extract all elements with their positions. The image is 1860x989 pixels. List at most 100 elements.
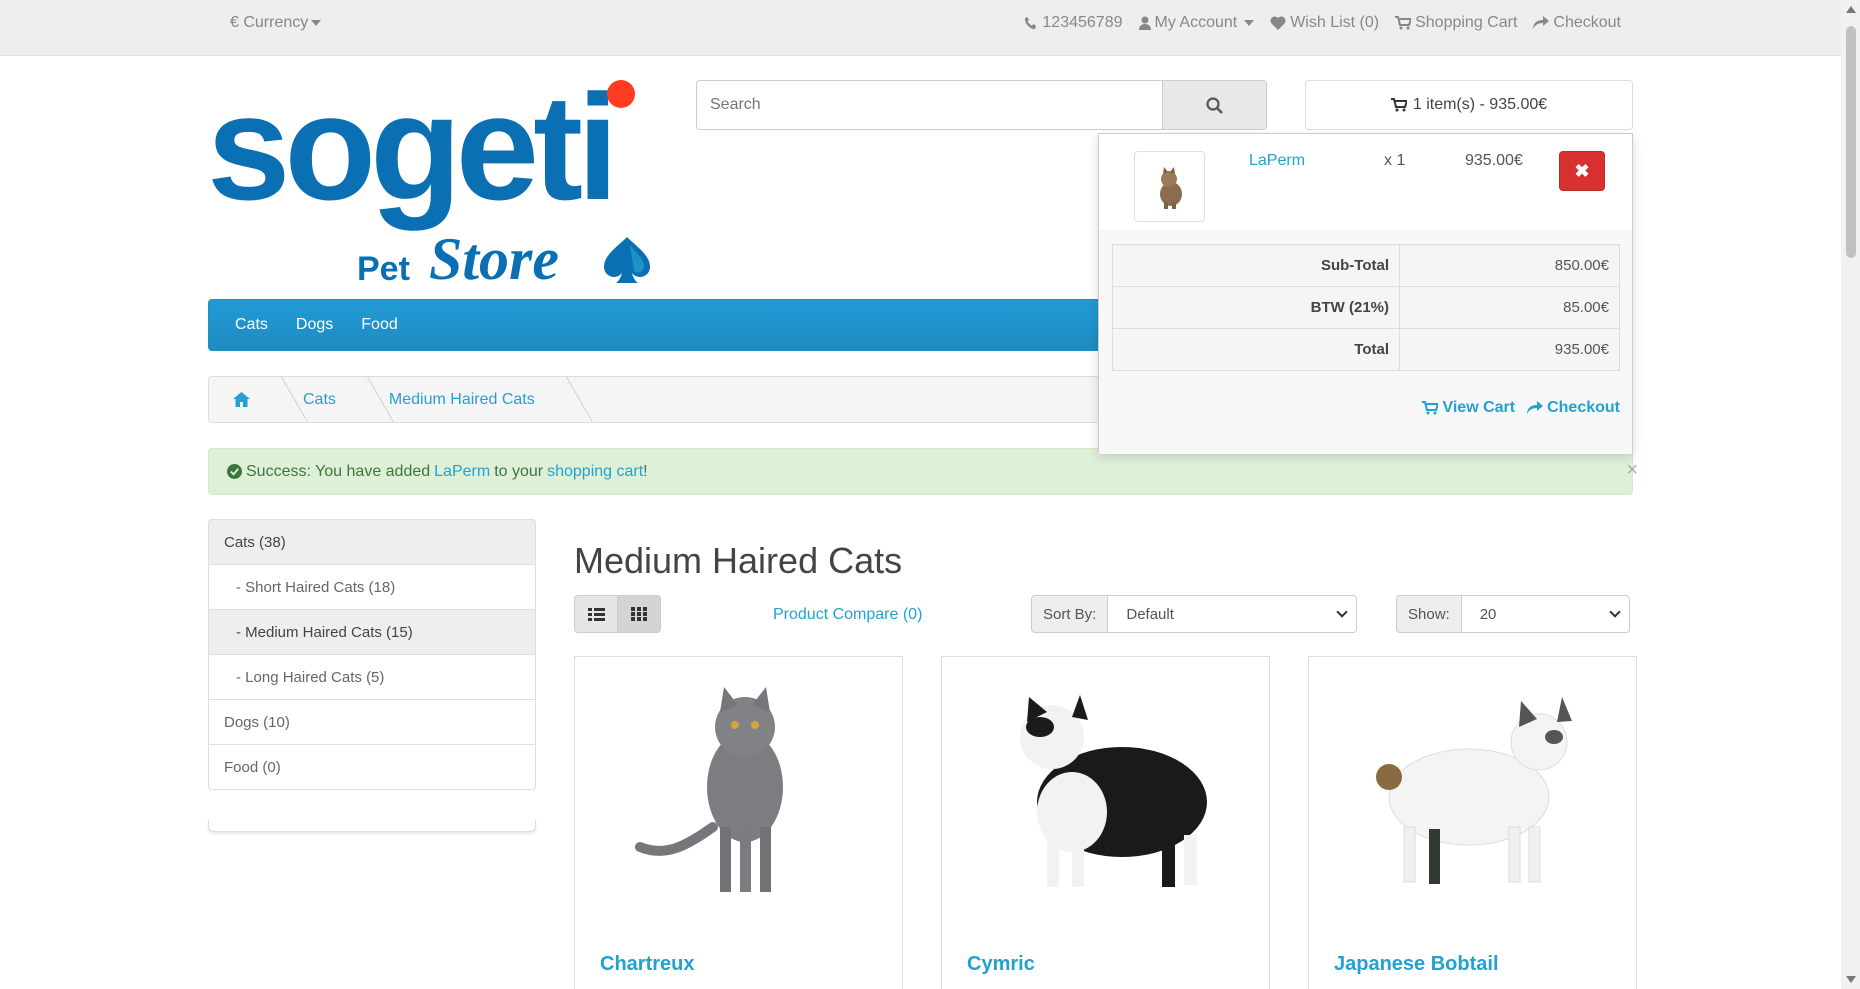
search-button[interactable] xyxy=(1162,81,1266,129)
totals-row: Sub-Total 850.00€ xyxy=(1112,244,1620,287)
user-icon xyxy=(1138,16,1151,30)
search-input[interactable] xyxy=(697,81,1162,129)
phone-link[interactable]: 123456789 xyxy=(1024,14,1123,32)
wish-list-link[interactable]: Wish List (0) xyxy=(1270,14,1379,32)
product-grid: Chartreux Cymric Japanese Bobtail xyxy=(574,656,1637,989)
phone-icon xyxy=(1025,16,1037,30)
cart-item-image xyxy=(1160,167,1182,209)
my-account-dropdown[interactable]: My Account xyxy=(1138,14,1255,32)
grid-view-button[interactable] xyxy=(617,595,661,633)
cart-item-thumbnail[interactable] xyxy=(1134,151,1205,222)
wish-list-label: Wish List (0) xyxy=(1290,14,1380,31)
sidebar-item-short-haired-cats[interactable]: - Short Haired Cats (18) xyxy=(208,564,536,610)
view-cart-link[interactable]: View Cart xyxy=(1422,399,1515,417)
product-image-japanese-bobtail[interactable] xyxy=(1329,677,1618,907)
show-label: Show: xyxy=(1396,595,1462,633)
page-scrollbar[interactable] xyxy=(1841,0,1860,989)
nav-item-cats[interactable]: Cats xyxy=(223,316,280,334)
cart-item-name[interactable]: LaPerm xyxy=(1249,152,1305,170)
cart-totals-table: Sub-Total 850.00€ BTW (21%) 85.00€ Total… xyxy=(1112,244,1620,371)
total-label: Total xyxy=(1112,328,1400,371)
logo-dot xyxy=(607,80,635,108)
tax-label: BTW (21%) xyxy=(1112,286,1400,329)
currency-label: € Currency xyxy=(230,14,309,31)
cart-item-price: 935.00€ xyxy=(1465,152,1523,169)
list-view-button[interactable] xyxy=(574,595,618,633)
sidebar-item-long-haired-cats[interactable]: - Long Haired Cats (5) xyxy=(208,654,536,700)
cart-icon xyxy=(1390,98,1407,112)
cart-button[interactable]: 1 item(s) - 935.00€ xyxy=(1305,80,1633,130)
alert-product-link[interactable]: LaPerm xyxy=(434,463,490,481)
sort-label: Sort By: xyxy=(1031,595,1109,633)
category-sidebar: Cats (38) - Short Haired Cats (18) - Med… xyxy=(208,519,536,790)
product-image-chartreux[interactable] xyxy=(595,677,884,907)
alert-text: Success: You have added xyxy=(246,462,431,480)
alert-text-middle: to your xyxy=(494,462,544,480)
success-alert: Success: You have added LaPerm to your s… xyxy=(208,448,1638,495)
store-logo[interactable]: sogeti Pet Store xyxy=(207,63,662,292)
alert-suffix: ! xyxy=(643,462,648,480)
totals-row: Total 935.00€ xyxy=(1112,328,1620,371)
sort-value: Default xyxy=(1126,605,1174,623)
cart-icon xyxy=(1395,16,1412,30)
nav-item-dogs[interactable]: Dogs xyxy=(284,316,345,334)
cart-icon xyxy=(1422,401,1439,415)
scroll-thumb[interactable] xyxy=(1846,26,1856,258)
search-bar xyxy=(696,80,1267,130)
breadcrumb-home[interactable] xyxy=(209,377,270,422)
subtotal-label: Sub-Total xyxy=(1112,244,1400,287)
alert-close-button[interactable]: × xyxy=(1626,459,1638,482)
sidebar-item-food[interactable]: Food (0) xyxy=(208,744,536,790)
breadcrumb-medium-haired-cats[interactable]: Medium Haired Cats xyxy=(356,377,555,422)
check-circle-icon xyxy=(227,464,242,479)
my-account-label: My Account xyxy=(1154,14,1238,31)
home-icon xyxy=(233,392,250,407)
show-select[interactable]: 20 xyxy=(1461,595,1630,633)
top-links: 123456789 My Account Wish List (0) Shopp… xyxy=(1024,14,1621,32)
dropdown-checkout-link[interactable]: Checkout xyxy=(1527,399,1620,417)
scroll-down-arrow[interactable] xyxy=(1846,976,1856,983)
sidebar-item-cats[interactable]: Cats (38) xyxy=(208,519,536,565)
cart-item-qty: x 1 xyxy=(1384,152,1406,169)
product-image-cymric[interactable] xyxy=(962,677,1251,907)
remove-icon: ✖ xyxy=(1574,160,1590,181)
alert-cart-link[interactable]: shopping cart xyxy=(547,463,643,481)
sidebar-module-edge xyxy=(208,820,536,832)
cart-item-row: LaPerm x 1 935.00€ ✖ xyxy=(1099,134,1632,230)
product-name-chartreux[interactable]: Chartreux xyxy=(600,953,694,976)
tax-value: 85.00€ xyxy=(1399,286,1620,329)
sidebar-item-medium-haired-cats[interactable]: - Medium Haired Cats (15) xyxy=(208,609,536,655)
view-cart-label: View Cart xyxy=(1442,399,1516,416)
checkout-link[interactable]: Checkout xyxy=(1533,14,1621,32)
cart-actions: View Cart Checkout xyxy=(1422,399,1620,417)
sort-control: Sort By: Default xyxy=(1031,595,1358,633)
share-icon xyxy=(1527,401,1544,414)
phone-number: 123456789 xyxy=(1042,14,1123,31)
product-card: Chartreux xyxy=(574,656,903,989)
top-bar: € Currency 123456789 My Account Wish Lis… xyxy=(0,0,1841,56)
view-toggle xyxy=(574,595,661,633)
product-name-japanese-bobtail[interactable]: Japanese Bobtail xyxy=(1334,953,1499,976)
logo-pet: Pet xyxy=(357,250,410,288)
page-title: Medium Haired Cats xyxy=(574,540,903,581)
list-icon xyxy=(587,608,605,621)
sort-select[interactable]: Default xyxy=(1108,595,1358,633)
nav-item-food[interactable]: Food xyxy=(349,316,409,334)
caret-down-icon xyxy=(311,19,322,26)
remove-item-button[interactable]: ✖ xyxy=(1559,151,1605,191)
breadcrumb-cats[interactable]: Cats xyxy=(270,377,356,422)
total-value: 935.00€ xyxy=(1399,328,1620,371)
sidebar-item-dogs[interactable]: Dogs (10) xyxy=(208,699,536,745)
product-name-cymric[interactable]: Cymric xyxy=(967,953,1035,976)
subtotal-value: 850.00€ xyxy=(1399,244,1620,287)
totals-row: BTW (21%) 85.00€ xyxy=(1112,286,1620,329)
product-compare-link[interactable]: Product Compare (0) xyxy=(773,606,922,624)
scroll-up-arrow[interactable] xyxy=(1846,6,1856,13)
share-icon xyxy=(1533,16,1550,29)
checkout-label: Checkout xyxy=(1553,14,1621,31)
currency-dropdown[interactable]: € Currency xyxy=(230,14,322,32)
dropdown-checkout-label: Checkout xyxy=(1547,399,1620,416)
logo-word: sogeti xyxy=(207,63,619,231)
grid-icon xyxy=(631,607,647,621)
shopping-cart-link[interactable]: Shopping Cart xyxy=(1395,14,1517,32)
